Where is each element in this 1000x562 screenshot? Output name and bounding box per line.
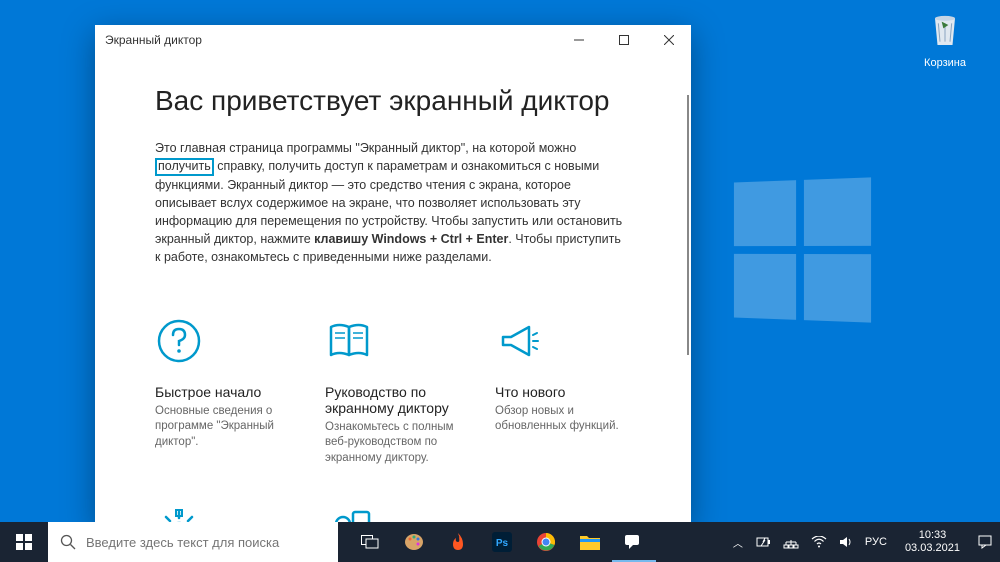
flame-icon <box>449 532 467 552</box>
notifications-icon[interactable] <box>978 535 992 549</box>
card-subtitle: Основные сведения о программе "Экранный … <box>155 404 285 451</box>
megaphone-icon <box>495 317 543 365</box>
volume-icon[interactable] <box>839 535 853 549</box>
task-view-icon <box>361 535 379 549</box>
recycle-bin[interactable]: Корзина <box>910 10 980 69</box>
windows-logo-wallpaper <box>734 177 871 322</box>
start-button[interactable] <box>0 522 48 562</box>
search-input[interactable] <box>86 535 326 550</box>
narrator-app-icon <box>624 532 644 550</box>
close-button[interactable] <box>646 25 691 55</box>
maximize-icon <box>619 35 629 45</box>
taskbar-app-narrator[interactable] <box>612 522 656 562</box>
taskbar: Ps ︿ РУС 10:33 03.03.2021 <box>0 522 1000 562</box>
taskbar-app-explorer[interactable] <box>568 522 612 562</box>
palette-icon <box>403 531 425 553</box>
close-icon <box>664 35 674 45</box>
card-whatsnew[interactable]: Что нового Обзор новых и обновленных фун… <box>495 317 625 467</box>
card-subtitle: Ознакомьтесь с полным веб-руководством п… <box>325 420 455 467</box>
chrome-icon <box>536 532 556 552</box>
narrator-window: Экранный диктор Вас приветствует экранны… <box>95 25 691 525</box>
recycle-bin-icon <box>925 10 965 50</box>
language-indicator[interactable]: РУС <box>865 536 887 548</box>
page-heading: Вас приветствует экранный диктор <box>155 85 625 117</box>
card-title: Быстрое начало <box>155 384 285 400</box>
card-guide[interactable]: Руководство по экранному диктору Ознаком… <box>325 317 455 467</box>
taskbar-app-photoshop[interactable]: Ps <box>480 522 524 562</box>
taskbar-app-chrome[interactable] <box>524 522 568 562</box>
svg-text:Ps: Ps <box>496 538 509 549</box>
wifi-icon[interactable] <box>811 536 827 548</box>
network-icon[interactable] <box>783 535 799 549</box>
help-circle-icon <box>155 317 203 365</box>
photoshop-icon: Ps <box>492 532 512 552</box>
card-subtitle: Обзор новых и обновленных функций. <box>495 404 625 435</box>
taskbar-app-flame[interactable] <box>436 522 480 562</box>
intro-paragraph: Это главная страница программы "Экранный… <box>155 139 625 267</box>
clock-date: 03.03.2021 <box>905 542 960 555</box>
clock-time: 10:33 <box>905 529 960 542</box>
battery-icon[interactable] <box>755 535 771 549</box>
search-icon <box>60 534 76 550</box>
card-title: Что нового <box>495 384 625 400</box>
windows-start-icon <box>16 534 32 550</box>
content-scroll[interactable]: Вас приветствует экранный диктор Это гла… <box>95 55 691 525</box>
narrator-focus-highlight: получить <box>155 158 214 176</box>
card-quickstart[interactable]: Быстрое начало Основные сведения о прогр… <box>155 317 285 467</box>
minimize-button[interactable] <box>556 25 601 55</box>
taskbar-app-paint[interactable] <box>392 522 436 562</box>
window-title: Экранный диктор <box>105 33 202 47</box>
scrollbar[interactable] <box>687 95 689 355</box>
recycle-bin-label: Корзина <box>910 57 980 69</box>
taskbar-search[interactable] <box>48 522 338 562</box>
taskbar-clock[interactable]: 10:33 03.03.2021 <box>899 529 966 555</box>
book-icon <box>325 317 373 365</box>
task-view-button[interactable] <box>348 522 392 562</box>
folder-icon <box>580 534 600 550</box>
titlebar[interactable]: Экранный диктор <box>95 25 691 55</box>
minimize-icon <box>574 35 584 45</box>
system-tray: ︿ РУС 10:33 03.03.2021 <box>725 529 1000 555</box>
tray-chevron-icon[interactable]: ︿ <box>733 535 743 550</box>
maximize-button[interactable] <box>601 25 646 55</box>
card-title: Руководство по экранному диктору <box>325 384 455 416</box>
